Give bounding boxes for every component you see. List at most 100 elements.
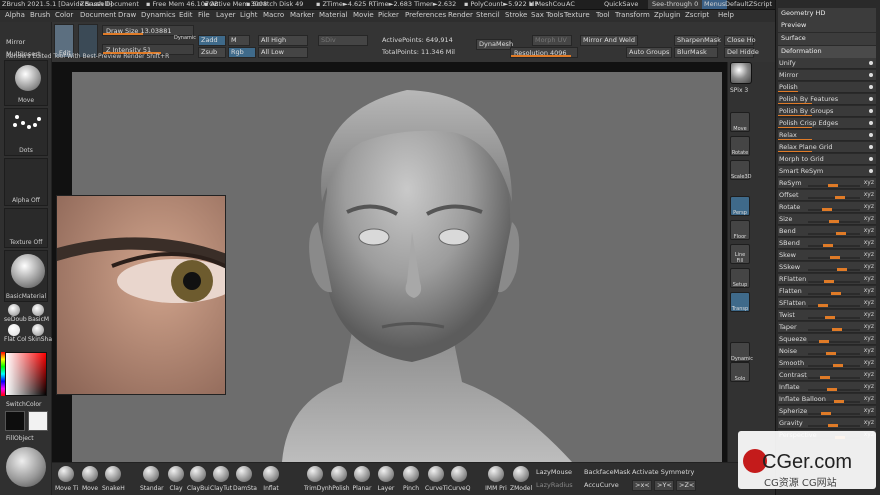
right-scale-button[interactable]: Scale3D: [730, 160, 751, 180]
accucurve-button[interactable]: AccuCurve: [584, 481, 619, 490]
alpha-selector[interactable]: Alpha Off: [4, 158, 48, 206]
brush-standar[interactable]: Standar: [140, 466, 164, 492]
deformation-relax-plane-grid[interactable]: Relax Plane Grid: [778, 142, 876, 153]
deformation-morph-to-grid[interactable]: Morph to Grid: [778, 154, 876, 165]
brush-layer[interactable]: Layer: [375, 466, 397, 492]
title-item[interactable]: QuickSave: [604, 0, 638, 9]
menu-item-layer[interactable]: Layer: [216, 11, 236, 19]
right-transp-button[interactable]: Transp: [730, 292, 750, 312]
deformation-size[interactable]: Size xyz: [778, 214, 876, 225]
fillobject-button[interactable]: FillObject: [6, 434, 34, 443]
brush-trimdyn[interactable]: TrimDyn: [304, 466, 329, 492]
hue-strip[interactable]: [1, 352, 5, 396]
menu-item-light[interactable]: Light: [240, 11, 257, 19]
backface-mask-button[interactable]: BackfaceMask: [584, 468, 630, 477]
brush-claybui[interactable]: ClayBui: [187, 466, 210, 492]
deformation-polish-by-features[interactable]: Polish By Features: [778, 94, 876, 105]
zadd-button[interactable]: Zadd: [198, 35, 226, 46]
menu-item-dynamics[interactable]: Dynamics: [141, 11, 176, 19]
menu-item-render[interactable]: Render: [448, 11, 473, 19]
color-picker[interactable]: [5, 352, 47, 396]
switchcolor-button[interactable]: SwitchColor: [6, 400, 42, 409]
deformation-inflate[interactable]: Inflate xyz: [778, 382, 876, 393]
zsub-button[interactable]: Zsub: [198, 47, 226, 58]
menu-item-document[interactable]: Document: [80, 11, 116, 19]
deformation-twist[interactable]: Twist xyz: [778, 310, 876, 321]
deformation-skew[interactable]: Skew xyz: [778, 250, 876, 261]
deformation-polish-by-groups[interactable]: Polish By Groups: [778, 106, 876, 117]
deformation-unify[interactable]: Unify: [778, 58, 876, 69]
deformation-sflatten[interactable]: SFlatten xyz: [778, 298, 876, 309]
deformation-smooth[interactable]: Smooth xyz: [778, 358, 876, 369]
brush-selector[interactable]: Move: [4, 60, 48, 106]
dynamesh-button[interactable]: DynaMesh: [476, 39, 513, 50]
menu-item-transform[interactable]: Transform: [615, 11, 650, 19]
activate-symmetry-button[interactable]: Activate Symmetry: [632, 468, 694, 477]
deformation-gravity[interactable]: Gravity xyz: [778, 418, 876, 429]
panel-header-surface[interactable]: Surface: [778, 33, 876, 45]
menu-item-help[interactable]: Help: [718, 11, 734, 19]
right-setup-button[interactable]: Setup: [730, 268, 750, 288]
right-rotate-button[interactable]: Rotate: [730, 136, 750, 156]
menu-item-picker[interactable]: Picker: [378, 11, 399, 19]
deformation-sbend[interactable]: SBend xyz: [778, 238, 876, 249]
all-high-button[interactable]: All High: [258, 35, 308, 46]
brush-snakeh[interactable]: SnakeH: [102, 466, 125, 492]
deformation-inflate-balloon[interactable]: Inflate Balloon xyz: [778, 394, 876, 405]
morph-uv-button[interactable]: Morph UV: [532, 35, 572, 46]
mirror-and-weld-button[interactable]: Mirror And Weld: [580, 35, 638, 46]
brush-zmodel[interactable]: ZModel: [510, 466, 532, 492]
deformation-offset[interactable]: Offset xyz: [778, 190, 876, 201]
deformation-polish-crisp-edges[interactable]: Polish Crisp Edges: [778, 118, 876, 129]
texture-selector[interactable]: Texture Off: [4, 208, 48, 248]
menu-item-preferences[interactable]: Preferences: [405, 11, 446, 19]
title-item[interactable]: DefaultZScript: [725, 0, 772, 9]
sharpen-mask-button[interactable]: SharpenMask: [674, 35, 721, 46]
deformation-resym[interactable]: ReSym xyz: [778, 178, 876, 189]
menu-item-material[interactable]: Material: [319, 11, 347, 19]
deformation-squeeze[interactable]: Squeeze xyz: [778, 334, 876, 345]
resolution-slider[interactable]: Resolution 4096: [510, 47, 578, 58]
menu-item-draw[interactable]: Draw: [118, 11, 136, 19]
brush-inflat[interactable]: Inflat: [260, 466, 282, 492]
brush-hpolish[interactable]: hPolish: [328, 466, 350, 492]
deformation-rflatten[interactable]: RFlatten xyz: [778, 274, 876, 285]
brush-curveti[interactable]: CurveTi: [425, 466, 448, 492]
auto-groups-button[interactable]: Auto Groups: [626, 47, 672, 58]
menu-item-edit[interactable]: Edit: [179, 11, 193, 19]
deformation-smart-resym[interactable]: Smart ReSym: [778, 166, 876, 177]
axis-x-button[interactable]: >x<: [632, 480, 652, 491]
menu-item-macro[interactable]: Macro: [263, 11, 284, 19]
deformation-contrast[interactable]: Contrast xyz: [778, 370, 876, 381]
brush-planar[interactable]: Planar: [351, 466, 373, 492]
brush-move[interactable]: Move: [79, 466, 101, 492]
lazyradius-slider[interactable]: LazyRadius: [536, 481, 573, 490]
m-button[interactable]: M: [228, 35, 250, 46]
menu-item-sax-tools[interactable]: Sax Tools: [531, 11, 563, 19]
brush-curveq[interactable]: CurveQ: [448, 466, 470, 492]
menu-item-zplugin[interactable]: Zplugin: [654, 11, 680, 19]
brush-pinch[interactable]: Pinch: [400, 466, 422, 492]
menu-item-brush[interactable]: Brush: [30, 11, 50, 19]
panel-header-geometry-hd[interactable]: Geometry HD: [778, 8, 876, 20]
spix-slider[interactable]: SPix 3: [730, 86, 748, 95]
menu-item-file[interactable]: File: [198, 11, 210, 19]
blur-mask-button[interactable]: BlurMask: [674, 47, 718, 58]
menu-item-texture[interactable]: Texture: [564, 11, 590, 19]
title-item[interactable]: See-through 0: [648, 0, 703, 9]
panel-header-preview[interactable]: Preview: [778, 20, 876, 32]
right-linefill-button[interactable]: Line Fill: [730, 244, 750, 264]
title-item[interactable]: Menus: [702, 0, 728, 9]
sdiv-slider[interactable]: SDiv: [318, 35, 368, 46]
stroke-selector[interactable]: Dots: [4, 108, 48, 156]
lazymouse-button[interactable]: LazyMouse: [536, 468, 572, 477]
brush-clay[interactable]: Clay: [165, 466, 187, 492]
brush-damsta[interactable]: DamSta: [233, 466, 257, 492]
mirror-button[interactable]: Mirror: [6, 38, 25, 47]
menu-item-zscript[interactable]: Zscript: [685, 11, 709, 19]
axis-y-button[interactable]: >Y<: [654, 480, 674, 491]
menu-item-alpha[interactable]: Alpha: [5, 11, 25, 19]
menu-item-stroke[interactable]: Stroke: [505, 11, 527, 19]
right-solo-button[interactable]: Solo: [730, 362, 750, 382]
right-move-button[interactable]: Move: [730, 112, 750, 132]
